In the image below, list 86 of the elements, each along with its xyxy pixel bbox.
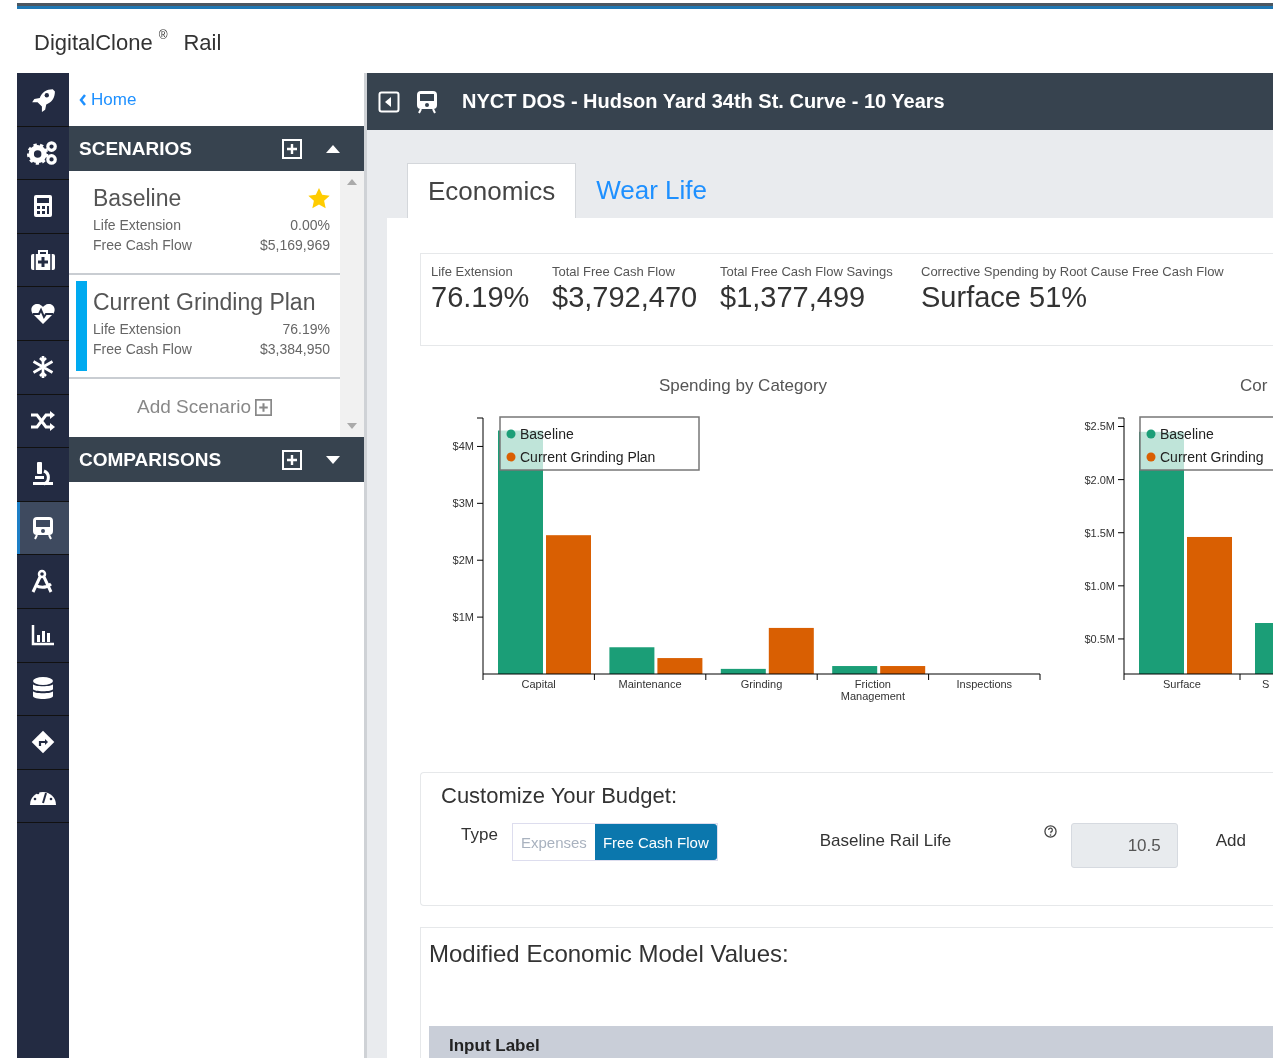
- kpi-value: $1,377,499: [720, 281, 867, 314]
- bar: [609, 647, 655, 674]
- caret-icon[interactable]: [326, 144, 340, 153]
- add-square-icon[interactable]: [282, 449, 302, 470]
- metric-value: $5,169,969: [259, 237, 330, 253]
- x-tick-label: Inspections: [956, 678, 1013, 690]
- kpi-label: Corrective Spending by Root Cause Free Cash Flow: [921, 264, 1224, 279]
- scenario-name: Baseline: [93, 184, 182, 212]
- y-tick-label: $2M: [452, 554, 474, 567]
- kpi-label: Life Extension: [431, 264, 514, 279]
- add-square-icon[interactable]: [282, 138, 302, 159]
- x-tick-label: S: [1262, 678, 1270, 690]
- rail-life-field[interactable]: 10.5: [1070, 823, 1178, 868]
- chart-title: Spending by Category: [658, 376, 828, 395]
- medical-kit-icon: [30, 248, 56, 273]
- snowflake-icon: [31, 355, 55, 380]
- product-name: Rail: [183, 30, 222, 56]
- y-tick-label: $1.5M: [1084, 526, 1115, 539]
- metric-value: $3,384,950: [259, 341, 330, 357]
- tab[interactable]: Wear Life: [576, 163, 727, 218]
- y-tick-label: $2.5M: [1084, 420, 1115, 433]
- star-icon[interactable]: [308, 187, 330, 209]
- bar: [720, 668, 766, 674]
- y-tick-label: $2.0M: [1084, 473, 1115, 486]
- x-tick-label: Maintenance: [618, 678, 682, 690]
- help-icon[interactable]: [1043, 825, 1057, 838]
- y-tick-label: $4M: [452, 440, 474, 453]
- y-tick-label: $3M: [452, 497, 474, 510]
- train-icon: [416, 89, 438, 114]
- field-label: Type: [460, 825, 499, 845]
- rocket-icon: [30, 86, 56, 113]
- legend-label: Current Grinding Plan: [520, 449, 656, 465]
- bar: [768, 627, 814, 674]
- y-tick-label: $1M: [452, 611, 474, 624]
- add-square-icon: [255, 398, 273, 416]
- field-label: Baseline Rail Life: [819, 831, 953, 851]
- x-tick-label: Surface: [1163, 678, 1201, 690]
- metric-value: 76.19%: [282, 321, 330, 337]
- metric-value: 0.00%: [290, 217, 330, 233]
- database-icon: [32, 675, 54, 702]
- metric-label: Free Cash Flow: [93, 237, 192, 253]
- shuffle-icon: [30, 409, 56, 432]
- chart-title: Cor: [1240, 376, 1268, 395]
- registered-mark: ®: [158, 28, 168, 42]
- calculator-icon: [32, 194, 54, 219]
- kpi-label: Total Free Cash Flow: [552, 264, 676, 279]
- kpi-value: $3,792,470: [552, 281, 699, 314]
- kpi-value: Surface 51%: [921, 281, 1089, 314]
- tab[interactable]: Economics: [407, 163, 577, 218]
- metric-label: Life Extension: [93, 321, 181, 337]
- heartbeat-icon: [30, 301, 56, 326]
- x-tick-label: Capital: [521, 678, 556, 690]
- add-scenario-button[interactable]: Add Scenario: [136, 396, 273, 418]
- field-label: Add: [1215, 831, 1246, 851]
- section-title: Customize Your Budget:: [441, 783, 678, 808]
- page-title: NYCT DOS - Hudson Yard 34th St. Curve - 10 Years: [462, 90, 945, 113]
- scenario-name: Current Grinding Plan: [93, 288, 316, 316]
- legend-label: Baseline: [520, 426, 574, 442]
- x-tick-label: Friction Management: [840, 678, 905, 702]
- bar: [657, 658, 703, 674]
- gears-icon: [27, 139, 59, 166]
- toggle-option[interactable]: Free Cash Flow: [594, 824, 717, 860]
- y-tick-label: $1.0M: [1084, 579, 1115, 592]
- microscope-icon: [31, 461, 55, 488]
- home-link[interactable]: Home: [79, 89, 137, 110]
- brand-name: DigitalClone: [34, 30, 153, 56]
- x-tick-label: Grinding: [740, 678, 783, 690]
- caret-icon[interactable]: [326, 455, 340, 464]
- metric-label: Free Cash Flow: [93, 341, 192, 357]
- legend-label: Current Grinding: [1160, 449, 1264, 465]
- train-icon: [32, 516, 54, 541]
- bar-chart-icon: [31, 624, 55, 647]
- collapse-panel-icon[interactable]: [378, 90, 400, 113]
- legend-label: Baseline: [1160, 426, 1214, 442]
- kpi-value: 76.19%: [431, 281, 531, 314]
- bar: [880, 666, 926, 674]
- y-tick-label: $0.5M: [1084, 632, 1115, 645]
- metric-label: Life Extension: [93, 217, 181, 233]
- section-title: SCENARIOS: [79, 137, 193, 160]
- bar: [832, 666, 878, 674]
- column-header: Input Label: [449, 1036, 540, 1056]
- chevron-left-icon: [79, 93, 87, 106]
- section-title: Modified Economic Model Values:: [429, 940, 789, 967]
- bar: [1255, 623, 1273, 674]
- kpi-label: Total Free Cash Flow Savings: [720, 264, 894, 279]
- section-title: COMPARISONS: [79, 448, 223, 471]
